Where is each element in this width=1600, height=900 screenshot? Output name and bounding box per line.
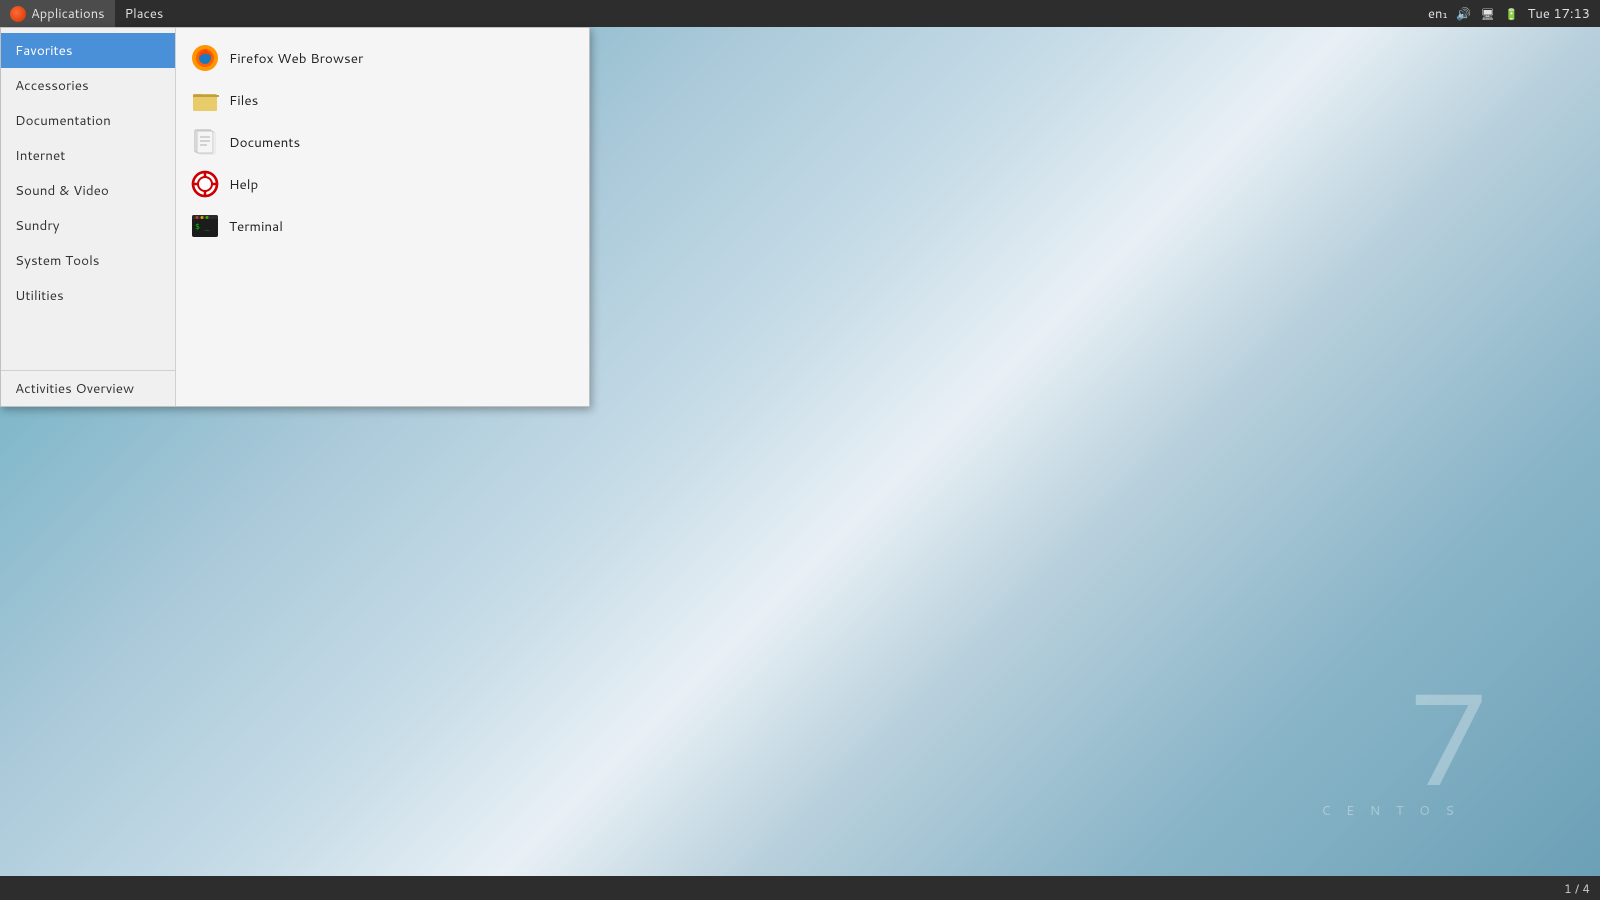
app-documents[interactable]: Documents: [181, 122, 584, 162]
centos-label-watermark: C E N T O S: [1321, 802, 1460, 820]
battery-icon[interactable]: [1504, 6, 1520, 22]
application-menu: Favorites Accessories Documentation Inte…: [0, 27, 590, 407]
firefox-label: Firefox Web Browser: [229, 49, 363, 68]
panel-left: Applications Places: [0, 0, 1428, 27]
places-button[interactable]: Places: [115, 0, 174, 27]
network-icon[interactable]: [1480, 6, 1496, 22]
category-utilities[interactable]: Utilities: [1, 278, 175, 313]
volume-icon[interactable]: [1456, 6, 1472, 22]
help-label: Help: [229, 175, 258, 194]
firefox-icon: [191, 44, 219, 72]
places-label: Places: [125, 5, 164, 23]
category-system-tools[interactable]: System Tools: [1, 243, 175, 278]
app-terminal[interactable]: $ _ Terminal: [181, 206, 584, 246]
files-label: Files: [229, 91, 258, 110]
terminal-icon: $ _: [191, 212, 219, 240]
app-files[interactable]: Files: [181, 80, 584, 120]
help-icon: [191, 170, 219, 198]
panel-right: en₁ Tue 17:13: [1428, 5, 1600, 23]
app-help[interactable]: Help: [181, 164, 584, 204]
documents-label: Documents: [229, 133, 300, 152]
svg-text:$ _: $ _: [195, 222, 210, 231]
applications-button[interactable]: Applications: [0, 0, 115, 27]
workspace-indicator: 1 / 4: [1564, 880, 1590, 897]
category-sound-video[interactable]: Sound & Video: [1, 173, 175, 208]
language-indicator[interactable]: en₁: [1428, 5, 1448, 23]
centos-seven-watermark: 7: [1407, 670, 1490, 800]
terminal-label: Terminal: [229, 217, 283, 236]
menu-separator: [1, 313, 175, 365]
category-accessories[interactable]: Accessories: [1, 68, 175, 103]
category-documentation[interactable]: Documentation: [1, 103, 175, 138]
category-internet[interactable]: Internet: [1, 138, 175, 173]
top-panel: Applications Places en₁ Tue 17:13: [0, 0, 1600, 27]
bottom-panel: 1 / 4: [0, 876, 1600, 900]
category-sundry[interactable]: Sundry: [1, 208, 175, 243]
activities-overview-button[interactable]: Activities Overview: [1, 370, 175, 406]
menu-apps: Firefox Web Browser Files: [176, 28, 589, 406]
category-favorites[interactable]: Favorites: [1, 33, 175, 68]
applications-label: Applications: [31, 5, 105, 23]
app-firefox[interactable]: Firefox Web Browser: [181, 38, 584, 78]
applications-icon: [10, 6, 26, 22]
datetime-display[interactable]: Tue 17:13: [1528, 5, 1590, 23]
menu-categories: Favorites Accessories Documentation Inte…: [1, 28, 176, 406]
files-icon: [191, 86, 219, 114]
documents-icon: [191, 128, 219, 156]
